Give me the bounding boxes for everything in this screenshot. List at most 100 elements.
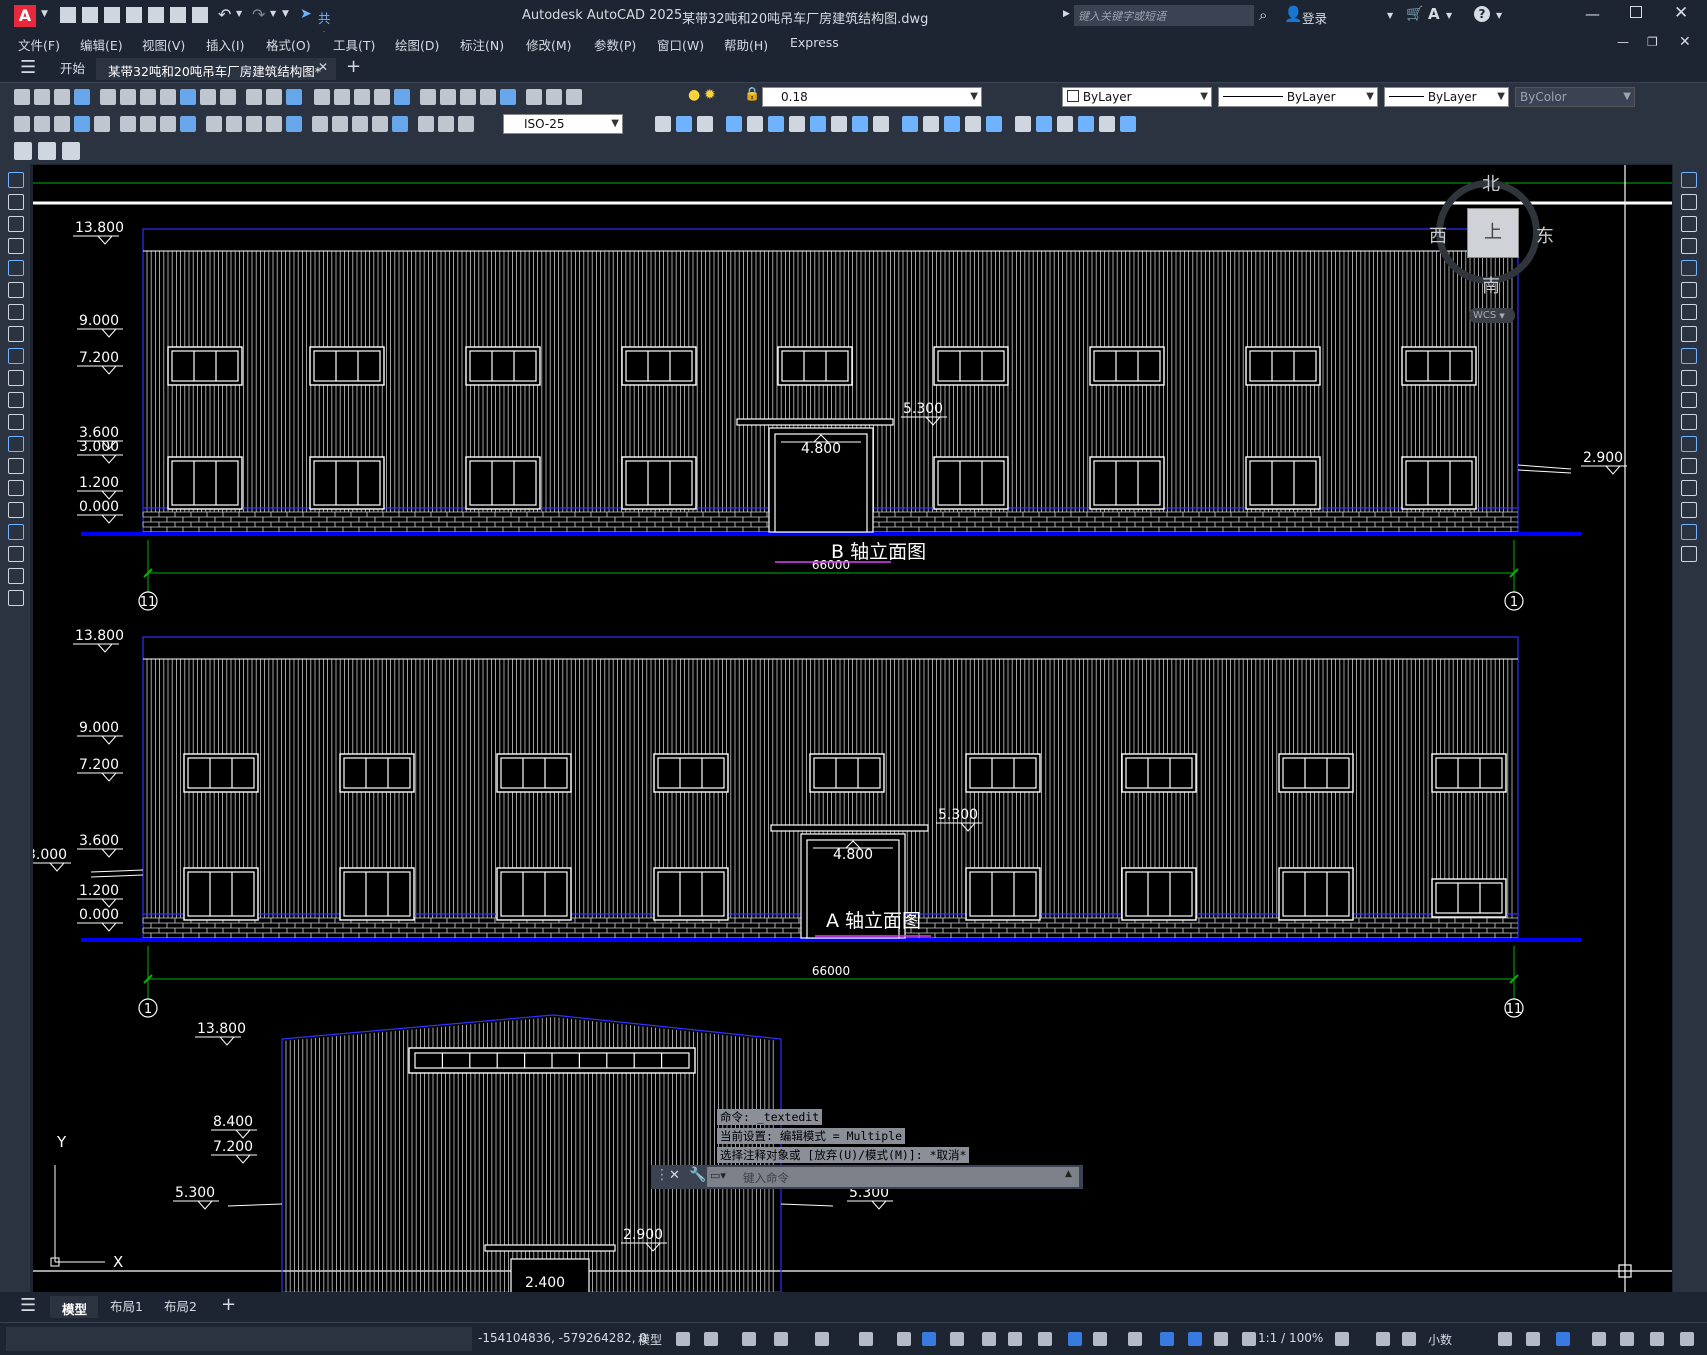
lightbulb-icon[interactable]: ● — [688, 87, 700, 103]
modify-side-tool-14-icon[interactable] — [1681, 458, 1697, 474]
dim-tool-7-icon[interactable] — [140, 116, 156, 132]
save-as-icon[interactable] — [126, 7, 142, 23]
draw-tool-19-icon[interactable] — [8, 568, 24, 584]
command-input[interactable]: ▭▾ 键入命令 ▲ — [707, 1167, 1079, 1187]
dim-tool-19-icon[interactable] — [392, 116, 408, 132]
draw-tool-4-icon[interactable] — [8, 238, 24, 254]
dim-tool-11-icon[interactable] — [226, 116, 242, 132]
tab-layout2[interactable]: 布局2 — [154, 1296, 207, 1318]
modify-side-tool-10-icon[interactable] — [1681, 370, 1697, 386]
plot-icon[interactable] — [192, 7, 208, 23]
command-grip-icon[interactable]: ⋮ — [655, 1167, 669, 1183]
status-toggle-19-icon[interactable] — [1242, 1332, 1256, 1346]
command-close-icon[interactable]: ✕ — [669, 1168, 680, 1183]
dim-tool-5-icon[interactable] — [94, 116, 110, 132]
dim-tool-1-icon[interactable] — [14, 116, 30, 132]
std-tool-13-icon[interactable] — [266, 89, 282, 105]
std-tool-14-icon[interactable] — [286, 89, 302, 105]
signin-dropdown-icon[interactable]: ▼ — [1387, 11, 1393, 20]
minimize-icon[interactable]: — — [1585, 5, 1600, 23]
open-file-icon[interactable] — [82, 7, 98, 23]
modify-tool-16-icon[interactable] — [986, 116, 1002, 132]
std-tool-2-icon[interactable] — [34, 89, 50, 105]
std-tool-5-icon[interactable] — [100, 89, 116, 105]
block-attribute-icon[interactable] — [62, 142, 80, 160]
plotstyle-combo[interactable]: ByColor ▼ — [1515, 87, 1635, 107]
modify-side-tool-3-icon[interactable] — [1681, 216, 1697, 232]
modify-tool-8-icon[interactable] — [810, 116, 826, 132]
redo-dropdown-icon[interactable]: ▼ — [270, 9, 276, 18]
modify-side-tool-16-icon[interactable] — [1681, 502, 1697, 518]
search-expand-icon[interactable]: ▶ — [1063, 9, 1070, 19]
status-toggle-25-icon[interactable] — [1556, 1332, 1570, 1346]
elevation-a-title[interactable]: A 轴立面图 — [826, 910, 921, 932]
draw-tool-9-icon[interactable] — [8, 348, 24, 364]
viewcube-face-top[interactable]: 上 — [1467, 208, 1519, 258]
modify-side-tool-6-icon[interactable] — [1681, 282, 1697, 298]
modify-tool-18-icon[interactable] — [1036, 116, 1052, 132]
menu-view[interactable]: 视图(V) — [142, 35, 185, 54]
elevation-b-title[interactable]: B 轴立面图 — [831, 541, 926, 563]
modify-tool-4-icon[interactable] — [726, 116, 742, 132]
doc-minimize-icon[interactable]: — — [1617, 35, 1629, 49]
menu-parametric[interactable]: 参数(P) — [594, 35, 636, 54]
status-toggle-28-icon[interactable] — [1650, 1332, 1664, 1346]
modify-side-tool-1-icon[interactable] — [1681, 172, 1697, 188]
modify-tool-22-icon[interactable] — [1120, 116, 1136, 132]
std-tool-18-icon[interactable] — [374, 89, 390, 105]
menu-help[interactable]: 帮助(H) — [724, 35, 768, 54]
std-tool-6-icon[interactable] — [120, 89, 136, 105]
viewcube-north[interactable]: 北 — [1482, 170, 1500, 196]
draw-tool-3-icon[interactable] — [8, 216, 24, 232]
dim-tool-9-icon[interactable] — [180, 116, 196, 132]
draw-tool-10-icon[interactable] — [8, 370, 24, 386]
status-toggle-8-icon[interactable] — [922, 1332, 936, 1346]
draw-tool-15-icon[interactable] — [8, 480, 24, 496]
units-setting[interactable]: 小数 — [1428, 1331, 1452, 1348]
drawing-canvas[interactable]: 4.800 5.300 13.800 9.000 7.200 3.600 3.000 1.20… — [33, 165, 1672, 1292]
status-toggle-14-icon[interactable] — [1093, 1332, 1107, 1346]
std-tool-24-icon[interactable] — [500, 89, 516, 105]
status-toggle-10-icon[interactable] — [982, 1332, 996, 1346]
new-tab-icon[interactable]: + — [346, 56, 361, 77]
maximize-icon[interactable] — [1630, 6, 1642, 18]
coordinates-readout[interactable]: -154104836, -579264282, 0 — [478, 1331, 647, 1345]
menu-express[interactable]: Express — [790, 35, 839, 50]
std-tool-11-icon[interactable] — [220, 89, 236, 105]
viewcube[interactable]: 上 北 南 西 东 WCS ▼ — [1428, 170, 1568, 335]
dim-tool-14-icon[interactable] — [286, 116, 302, 132]
status-toggle-3-icon[interactable] — [742, 1332, 756, 1346]
modify-tool-15-icon[interactable] — [965, 116, 981, 132]
std-tool-26-icon[interactable] — [546, 89, 562, 105]
app-menu-arrow-icon[interactable]: ▼ — [41, 9, 48, 19]
viewcube-east[interactable]: 东 — [1536, 222, 1554, 248]
modify-tool-7-icon[interactable] — [789, 116, 805, 132]
modify-side-tool-15-icon[interactable] — [1681, 480, 1697, 496]
layer-color-combo[interactable]: ByLayer ▼ — [1062, 87, 1212, 107]
status-toggle-12-icon[interactable] — [1038, 1332, 1052, 1346]
dim-tool-18-icon[interactable] — [372, 116, 388, 132]
modify-tool-10-icon[interactable] — [852, 116, 868, 132]
doc-restore-icon[interactable]: ❐ — [1647, 35, 1658, 49]
menu-window[interactable]: 窗口(W) — [657, 35, 704, 54]
std-tool-21-icon[interactable] — [440, 89, 456, 105]
doc-close-icon[interactable]: ✕ — [1679, 34, 1691, 50]
modify-tool-6-icon[interactable] — [768, 116, 784, 132]
modify-side-tool-5-icon[interactable] — [1681, 260, 1697, 276]
wcs-button[interactable]: WCS ▼ — [1469, 308, 1515, 323]
std-tool-7-icon[interactable] — [140, 89, 156, 105]
menu-edit[interactable]: 编辑(E) — [80, 35, 123, 54]
draw-tool-17-icon[interactable] — [8, 524, 24, 540]
status-toggle-15-icon[interactable] — [1128, 1332, 1142, 1346]
modify-tool-3-icon[interactable] — [697, 116, 713, 132]
menu-dimension[interactable]: 标注(N) — [460, 35, 504, 54]
dim-tool-2-icon[interactable] — [34, 116, 50, 132]
modify-tool-1-icon[interactable] — [655, 116, 671, 132]
status-toggle-2-icon[interactable] — [704, 1332, 718, 1346]
status-toggle-4-icon[interactable] — [774, 1332, 788, 1346]
status-toggle-16-icon[interactable] — [1160, 1332, 1174, 1346]
tab-start[interactable]: 开始 — [50, 58, 95, 80]
customize-qat-icon[interactable]: ▼ — [282, 9, 289, 19]
menu-format[interactable]: 格式(O) — [266, 35, 311, 54]
modify-tool-5-icon[interactable] — [747, 116, 763, 132]
